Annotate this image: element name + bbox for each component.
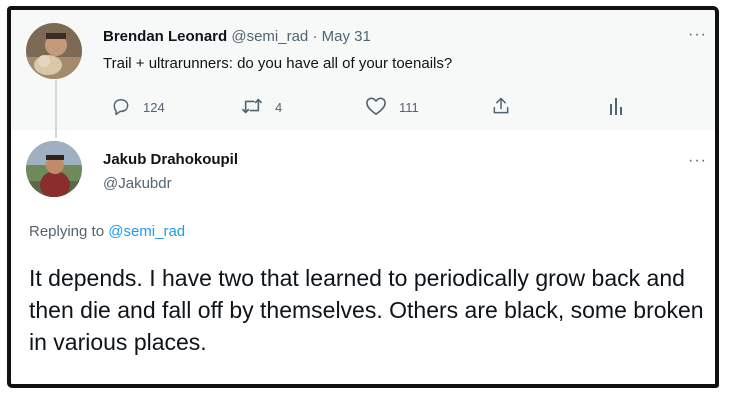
separator-dot: ·: [312, 28, 318, 45]
like-button[interactable]: 111: [365, 96, 419, 119]
tweet-thread-card: Brendan Leonard @semi_rad · May 31 ··· T…: [7, 6, 719, 388]
share-icon: [491, 96, 523, 119]
replying-to-label: Replying to: [29, 223, 105, 240]
parent-tweet[interactable]: Brendan Leonard @semi_rad · May 31 ··· T…: [11, 10, 715, 138]
retweet-icon: [241, 96, 275, 119]
heart-icon: [365, 96, 399, 119]
reply-count: 124: [143, 100, 165, 115]
avatar[interactable]: [26, 23, 82, 79]
analytics-icon: [609, 96, 637, 119]
reply-author-name[interactable]: Jakub Drahokoupil: [103, 151, 238, 168]
author-handle[interactable]: @semi_rad: [231, 28, 308, 45]
tweet-date[interactable]: May 31: [322, 28, 371, 45]
more-icon[interactable]: ···: [688, 26, 707, 44]
reply-button[interactable]: 124: [111, 96, 165, 119]
share-button[interactable]: [491, 96, 523, 119]
reply-author-handle[interactable]: @Jakubdr: [103, 175, 172, 192]
replying-to-handle[interactable]: @semi_rad: [108, 223, 185, 240]
parent-tweet-text: Trail + ultrarunners: do you have all of…: [103, 55, 453, 72]
retweet-button[interactable]: 4: [241, 96, 282, 119]
retweet-count: 4: [275, 100, 283, 115]
reply-tweet-text: It depends. I have two that learned to p…: [29, 265, 704, 355]
thread-connector-line: [55, 80, 57, 138]
reply-icon: [111, 96, 143, 119]
more-icon[interactable]: ···: [688, 152, 707, 170]
like-count: 111: [399, 100, 419, 115]
action-bar: 124 4 111: [103, 96, 623, 118]
avatar[interactable]: [26, 141, 82, 197]
parent-author-line: Brendan Leonard @semi_rad · May 31: [103, 28, 371, 45]
author-name[interactable]: Brendan Leonard: [103, 28, 227, 45]
analytics-button[interactable]: [609, 96, 637, 119]
replying-to-line: Replying to @semi_rad: [29, 223, 185, 240]
